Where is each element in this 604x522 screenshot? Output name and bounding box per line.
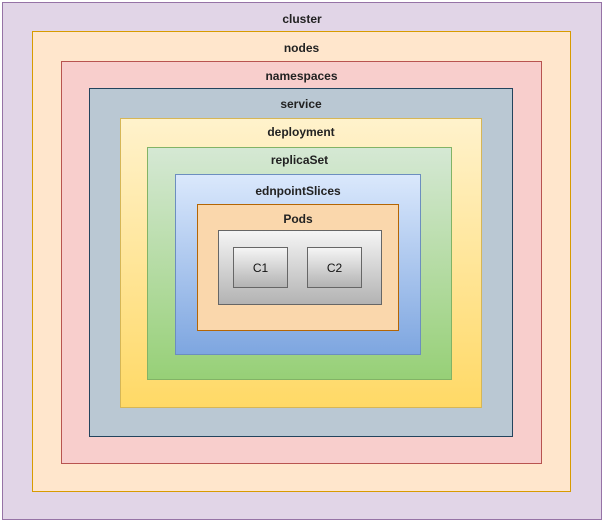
pods-label: Pods <box>283 212 313 226</box>
deployment-label: deployment <box>267 125 335 139</box>
namespaces-label: namespaces <box>265 69 338 83</box>
cluster-label: cluster <box>282 12 322 26</box>
container-c1-label: C1 <box>252 260 269 275</box>
service-label: service <box>280 97 322 111</box>
nodes-label: nodes <box>283 41 320 55</box>
container-c1: C1 <box>233 247 288 288</box>
replicaset-label: replicaSet <box>270 153 329 167</box>
container-c2-label: C2 <box>326 260 343 275</box>
endpointslices-label: ednpointSlices <box>255 184 341 198</box>
container-c2: C2 <box>307 247 362 288</box>
